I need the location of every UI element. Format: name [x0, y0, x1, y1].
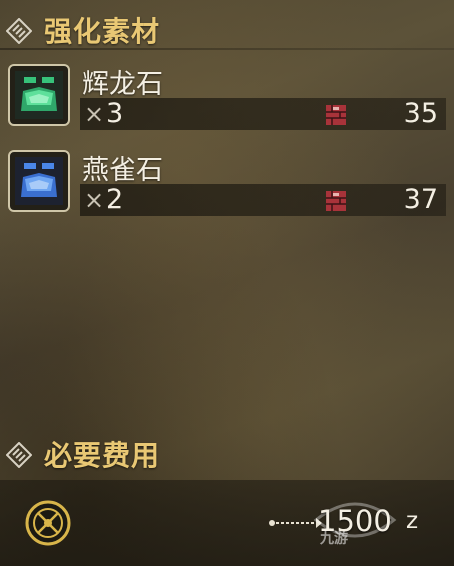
- required-quantity: 2: [106, 184, 124, 215]
- owned-quantity: 35: [403, 98, 438, 129]
- required-quantity: 3: [106, 98, 124, 129]
- watermark-text: 九游: [320, 531, 348, 547]
- item-box-icon: [326, 105, 346, 125]
- quantity-bar: × 2 37: [80, 184, 446, 216]
- cost-section-header: 必要费用: [0, 428, 454, 476]
- material-name: 燕雀石: [82, 155, 163, 186]
- ore-green-icon: [8, 64, 70, 126]
- currency-unit: z: [406, 508, 419, 534]
- quantity-prefix: ×: [84, 100, 105, 128]
- diamond-ornament-icon: [6, 442, 32, 468]
- quantity-prefix: ×: [84, 186, 105, 214]
- diamond-ornament-icon: [6, 18, 32, 44]
- cost-bar: 1500 z 九游: [0, 480, 454, 566]
- zenny-coin-icon: [25, 500, 71, 546]
- item-box-icon: [326, 191, 346, 211]
- materials-section-title: 强化素材: [44, 15, 161, 48]
- section-divider: [0, 48, 454, 50]
- materials-section-header: 强化素材: [0, 4, 454, 52]
- owned-quantity: 37: [403, 184, 438, 215]
- ore-blue-icon: [8, 150, 70, 212]
- material-row[interactable]: 辉龙石 × 3 35: [0, 62, 454, 134]
- cost-section-title: 必要费用: [44, 439, 161, 472]
- material-name: 辉龙石: [82, 69, 163, 100]
- material-row[interactable]: 燕雀石 × 2 37: [0, 148, 454, 220]
- quantity-bar: × 3 35: [80, 98, 446, 130]
